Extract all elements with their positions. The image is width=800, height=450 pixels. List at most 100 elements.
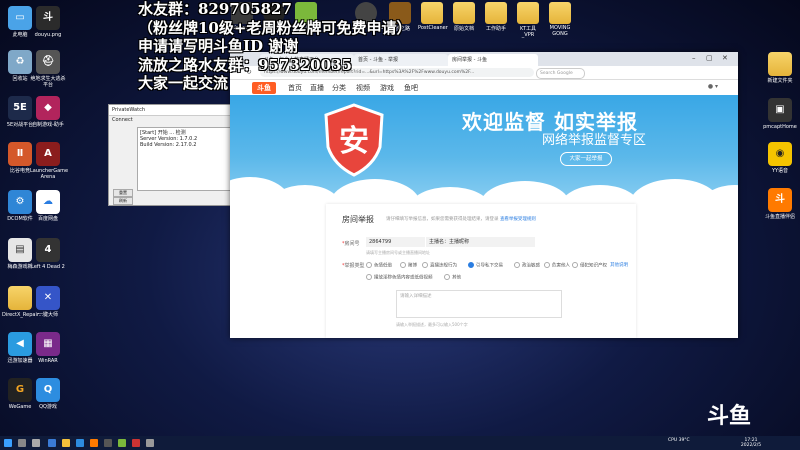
desktop-icon-l4d2[interactable]: 4 Left 4 Dead 2 [30, 238, 66, 270]
description-textarea[interactable]: 请输入详细描述 [396, 290, 562, 318]
app-icon: ▣ [768, 98, 792, 122]
desktop-icon-new-folder[interactable]: 新建文件夹 [762, 52, 798, 84]
icon-label: douyu.png [34, 32, 62, 38]
close-icon[interactable]: ✕ [722, 54, 728, 62]
rules-link[interactable]: 查看举报受理规则 [500, 217, 536, 222]
icon-label: QQ游戏 [39, 404, 57, 410]
icon-label: 迅游加速器 [7, 358, 33, 364]
cpu-temp: CPU 39°C [668, 438, 690, 443]
refresh-button[interactable]: 刷新 [113, 197, 133, 205]
desktop-icon-qq-game[interactable]: Q QQ游戏 [30, 378, 66, 410]
log-line: Build Version: 2.17.0.2 [140, 142, 197, 148]
room-hint: 请填写主播房间号或主播直播间地址 [366, 250, 430, 255]
connect-label: Connect [112, 117, 133, 123]
type-radio-selected[interactable]: 引导私下交易 [468, 262, 503, 269]
desktop-icon-winrar[interactable]: ▦ WinRAR [30, 332, 66, 364]
svg-text:安: 安 [339, 124, 369, 159]
search-field[interactable]: Search Google [536, 68, 585, 79]
clock[interactable]: 17:21 2022/2/5 [736, 438, 766, 448]
desktop-icon-tools[interactable]: ✕ 一键大师 [30, 286, 66, 318]
document-icon: ▤ [8, 238, 32, 262]
overlay-line: 水友群：829705827 [138, 0, 292, 18]
other-info-link[interactable]: 其他说明 [610, 262, 628, 268]
stream-overlay-text: 水友群：829705827 （粉丝牌10级+老周粉丝牌可免费申请） 申请请写明斗… [138, 0, 468, 93]
folder-icon [485, 2, 507, 24]
type-radio[interactable]: 危害他人 [544, 262, 570, 269]
douyu-helper-icon: 斗 [768, 188, 792, 212]
type-radio[interactable]: 色情低俗 [366, 262, 392, 269]
form-tip: 请仔细填写举报信息，如果您需要获得处理结果，请登录 查看举报受理规则 [386, 216, 536, 222]
shield-icon: 安 [324, 103, 384, 177]
desktop-icon-douyu-png[interactable]: 斗 douyu.png [30, 6, 66, 38]
room-report-form: 房间举报 请仔细填写举报信息，如果您需要获得处理结果，请登录 查看举报受理规则 … [326, 204, 636, 338]
app-icon: ◆ [36, 96, 60, 120]
icon-label: 绝地求生大逃杀平台 [30, 76, 66, 88]
type-radio[interactable]: 播放淫秽色情内容或低俗视频 [366, 274, 433, 281]
icon-label: WinRAR [38, 358, 58, 364]
game-icon: Ⅱ [8, 142, 32, 166]
icon-label: 回收站 [12, 76, 28, 82]
minimize-icon[interactable]: – [692, 54, 696, 62]
icon-label: KT工具_VPR [520, 26, 536, 38]
overlay-line: 大家一起交流 [138, 74, 229, 92]
icon-label: 比谷电竞 [9, 168, 30, 174]
app-taskbar-icon[interactable] [132, 439, 140, 447]
type-radio[interactable]: 其他 [444, 274, 461, 281]
reset-button[interactable]: 重置 [113, 189, 133, 197]
explorer-icon[interactable] [62, 439, 70, 447]
douyu-taskbar-icon[interactable] [90, 439, 98, 447]
desktop-icon-pubg-lite[interactable]: ⛑ 绝地求生大逃杀平台 [30, 50, 66, 88]
search-icon[interactable] [18, 439, 26, 447]
start-icon[interactable] [4, 439, 12, 447]
5e-icon: 5E [8, 96, 32, 120]
folder-icon [768, 52, 792, 76]
icon-label: WeGame [8, 404, 32, 410]
room-number-input[interactable]: 2864799 [366, 237, 425, 247]
store-icon[interactable] [76, 439, 84, 447]
douyu-watermark: 斗鱼 [707, 404, 752, 429]
archive-icon: ▦ [36, 332, 60, 356]
icon-label: DCOM软件 [7, 216, 33, 222]
obs-taskbar-icon[interactable] [104, 439, 112, 447]
taskbar: CPU 39°C 17:21 2022/2/5 [0, 436, 800, 450]
icon-label: 工作助手 [485, 26, 506, 32]
cloud-disk-icon: ☁ [36, 190, 60, 214]
icon-label: pmcaptHome [763, 124, 797, 130]
type-radio[interactable]: 侵犯知识产权 [572, 262, 607, 269]
icon-label: YY语音 [771, 168, 789, 174]
desktop-icon-yy[interactable]: ◉ YY语音 [762, 142, 798, 174]
desktop-icon-baidu-netdisk[interactable]: ☁ 百度网盘 [30, 190, 66, 222]
image-file-icon: 斗 [36, 6, 60, 30]
browser-window: 斗鱼 - 每个人的直播平台 首页 - 斗鱼 - 举报 房间举报 - 斗鱼 – ▢… [230, 52, 738, 338]
computer-icon: ▭ [8, 6, 32, 30]
type-radio[interactable]: 直播违规行为 [422, 262, 457, 269]
yy-icon: ◉ [768, 142, 792, 166]
maximize-icon[interactable]: ▢ [706, 54, 713, 62]
desktop-icon-douyu-helper[interactable]: 斗斗鱼直播伴侣 [762, 188, 798, 220]
window-title: PrivateWatch [109, 105, 235, 116]
connect-row: Connect [109, 116, 235, 124]
overlay-line: （粉丝牌10级+老周粉丝牌可免费申请） [138, 18, 412, 37]
arena-icon: A [36, 142, 60, 166]
app-taskbar-icon[interactable] [146, 439, 154, 447]
desktop-icon-work[interactable]: 工作助手 [482, 2, 510, 32]
desktop-icon-kt-tools[interactable]: KT工具_VPR [514, 2, 542, 38]
desktop-icon-pmcapt[interactable]: ▣ pmcaptHome [762, 98, 798, 130]
user-avatar[interactable]: ● ▾ [708, 83, 718, 90]
overlay-line: 流放之路水友群：957320035 [138, 55, 352, 74]
icon-label: 此电脑 [12, 32, 28, 38]
type-radio[interactable]: 赌博 [400, 262, 417, 269]
desktop-icon-arena[interactable]: A LauncherGame Arena [30, 142, 68, 180]
desktop-icon-moving[interactable]: MOVING GONG [546, 2, 574, 37]
type-radio[interactable]: 政治敏感 [514, 262, 540, 269]
report-banner: 安 欢迎监督 如实举报 网络举报监督专区 大家一起举报 [230, 95, 738, 208]
banner-subtitle: 网络举报监督专区 [542, 133, 647, 148]
banner-button[interactable]: 大家一起举报 [560, 152, 612, 166]
desktop-icon-helper[interactable]: ◆ 自制游戏-助手 [30, 96, 66, 128]
app-taskbar-icon[interactable] [118, 439, 126, 447]
task-view-icon[interactable] [32, 439, 40, 447]
folder-icon [8, 286, 32, 310]
helmet-icon: ⛑ [36, 50, 60, 74]
edge-icon[interactable] [48, 439, 56, 447]
private-watch-window[interactable]: PrivateWatch Connect [Start] 开始 ... 检测 S… [108, 104, 236, 206]
